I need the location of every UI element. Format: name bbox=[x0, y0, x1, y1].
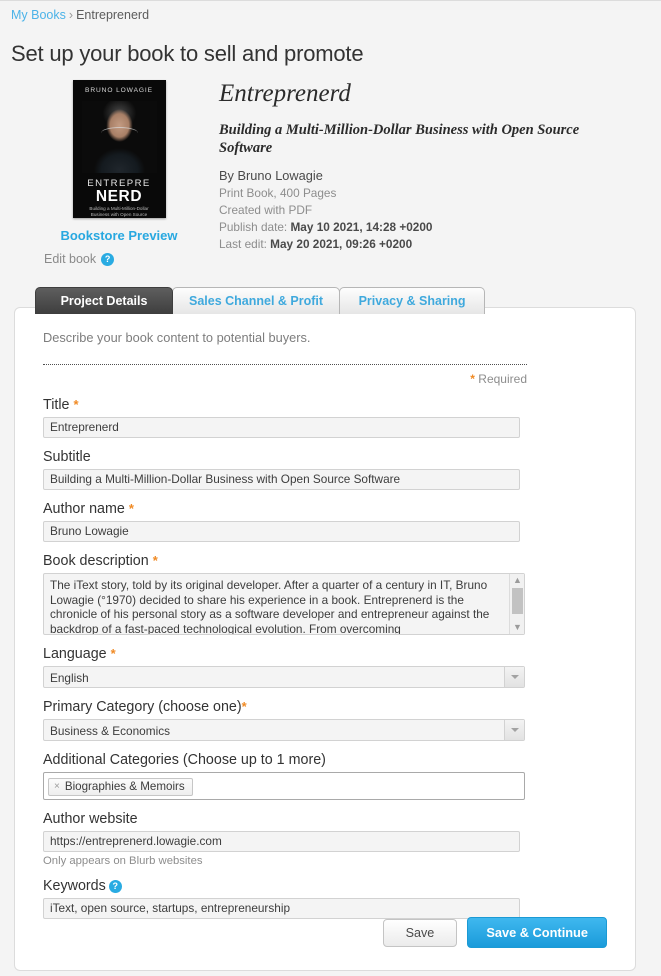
book-description-label: Book description * bbox=[43, 553, 607, 569]
breadcrumb-my-books-link[interactable]: My Books bbox=[11, 8, 66, 22]
field-primary-category: Primary Category (choose one)* Business … bbox=[43, 699, 607, 741]
language-select-wrapper[interactable]: English bbox=[43, 666, 525, 688]
divider bbox=[43, 364, 527, 365]
cover-author-text: BRUNO LOWAGIE bbox=[85, 87, 153, 94]
chevron-down-icon bbox=[510, 728, 519, 732]
project-details-panel: Describe your book content to potential … bbox=[14, 307, 636, 971]
title-required-icon: * bbox=[73, 397, 79, 412]
language-required-icon: * bbox=[110, 646, 116, 661]
author-name-required-icon: * bbox=[128, 501, 134, 516]
language-label: Language * bbox=[43, 646, 607, 662]
primary-category-label-text: Primary Category (choose one) bbox=[43, 699, 242, 715]
field-keywords: Keywords? bbox=[43, 878, 607, 919]
tab-sales-channel-profit[interactable]: Sales Channel & Profit bbox=[172, 287, 341, 314]
page-title: Set up your book to sell and promote bbox=[11, 41, 364, 66]
tab-privacy-sharing[interactable]: Privacy & Sharing bbox=[339, 287, 486, 314]
save-and-continue-button[interactable]: Save & Continue bbox=[467, 917, 607, 948]
required-asterisk-icon: * bbox=[470, 372, 475, 386]
field-author-name: Author name * bbox=[43, 501, 607, 542]
author-name-input[interactable] bbox=[43, 521, 520, 542]
author-website-input[interactable] bbox=[43, 830, 520, 852]
book-meta: Entreprenerd Building a Multi-Million-Do… bbox=[219, 80, 639, 251]
book-cover-image[interactable]: BRUNO LOWAGIE ENTREPRE NERD Building a M… bbox=[72, 80, 166, 218]
edit-book-label: Edit book bbox=[44, 252, 97, 266]
field-book-description: Book description * The iText story, told… bbox=[43, 553, 607, 635]
primary-category-select[interactable]: Business & Economics bbox=[43, 719, 525, 741]
keywords-input[interactable] bbox=[43, 897, 520, 919]
language-select[interactable]: English bbox=[43, 666, 525, 688]
bookstore-preview-link[interactable]: Bookstore Preview bbox=[44, 228, 194, 243]
last-edit-value: May 20 2021, 09:26 +0200 bbox=[270, 236, 413, 251]
author-website-label: Author website bbox=[43, 810, 138, 827]
help-icon[interactable]: ? bbox=[108, 879, 122, 893]
book-publish-date: Publish date: May 10 2021, 14:28 +0200 bbox=[219, 220, 639, 234]
help-icon[interactable]: ? bbox=[101, 252, 115, 266]
tab-bar: Project Details Sales Channel & Profit P… bbox=[35, 287, 486, 314]
book-format: Print Book, 400 Pages bbox=[219, 185, 337, 200]
author-website-hint: Only appears on Blurb websites bbox=[43, 854, 203, 867]
scroll-up-icon[interactable]: ▲ bbox=[510, 574, 525, 587]
field-author-website: Author website Only appears on Blurb web… bbox=[43, 811, 607, 867]
form-actions: Save Save & Continue bbox=[382, 917, 607, 948]
keywords-label: Keywords? bbox=[43, 878, 607, 894]
cover-title-line2: NERD bbox=[95, 188, 143, 205]
primary-category-select-wrapper[interactable]: Business & Economics bbox=[43, 719, 525, 741]
book-author-line: By Bruno Lowagie bbox=[219, 167, 323, 183]
primary-category-dropdown-button[interactable] bbox=[504, 720, 524, 740]
category-tag-label: Biographies & Memoirs bbox=[64, 780, 185, 793]
textarea-scrollbar[interactable]: ▲ ▼ bbox=[509, 574, 524, 634]
publish-date-label: Publish date: bbox=[219, 219, 291, 234]
language-label-text: Language bbox=[43, 646, 107, 662]
book-description-required-icon: * bbox=[152, 553, 158, 568]
field-language: Language * English bbox=[43, 646, 607, 688]
title-input[interactable] bbox=[43, 417, 520, 438]
chevron-down-icon bbox=[510, 675, 519, 679]
describe-text: Describe your book content to potential … bbox=[43, 330, 311, 345]
edit-book-row[interactable]: Edit book ? bbox=[44, 252, 194, 266]
save-button[interactable]: Save bbox=[382, 918, 458, 947]
book-title: Entreprenerd bbox=[219, 80, 351, 107]
primary-category-required-icon: * bbox=[241, 699, 247, 714]
subtitle-label: Subtitle bbox=[43, 449, 91, 465]
additional-categories-label: Additional Categories (Choose up to 1 mo… bbox=[43, 752, 326, 768]
category-tag[interactable]: × Biographies & Memoirs bbox=[48, 777, 193, 796]
scroll-down-icon[interactable]: ▼ bbox=[510, 621, 525, 634]
required-note-label: Required bbox=[478, 372, 527, 386]
cover-subtitle-text: Building a Multi-Million-Dollar Business… bbox=[89, 206, 149, 217]
book-description-textarea[interactable]: The iText story, told by its original de… bbox=[43, 573, 525, 635]
title-label-text: Title bbox=[43, 397, 70, 413]
cover-block: BRUNO LOWAGIE ENTREPRE NERD Building a M… bbox=[44, 80, 194, 266]
field-additional-categories: Additional Categories (Choose up to 1 mo… bbox=[43, 752, 607, 800]
cover-portrait-photo bbox=[81, 101, 157, 173]
breadcrumb-separator: › bbox=[68, 8, 74, 22]
book-description-label-text: Book description bbox=[43, 553, 149, 569]
language-dropdown-button[interactable] bbox=[504, 667, 524, 687]
publish-date-value: May 10 2021, 14:28 +0200 bbox=[290, 219, 433, 234]
title-label: Title * bbox=[43, 397, 607, 413]
subtitle-input[interactable] bbox=[43, 469, 520, 490]
field-title: Title * bbox=[43, 397, 607, 438]
field-subtitle: Subtitle bbox=[43, 449, 607, 490]
breadcrumb-current: Entreprenerd bbox=[76, 8, 150, 22]
remove-tag-icon[interactable]: × bbox=[54, 781, 60, 792]
required-note: * Required bbox=[43, 372, 527, 386]
breadcrumb: My Books › Entreprenerd bbox=[11, 8, 149, 22]
primary-category-label: Primary Category (choose one)* bbox=[43, 699, 607, 715]
last-edit-label: Last edit: bbox=[219, 236, 271, 251]
book-subtitle: Building a Multi-Million-Dollar Business… bbox=[219, 121, 580, 156]
top-border bbox=[0, 0, 661, 1]
tab-project-details[interactable]: Project Details bbox=[35, 287, 173, 314]
book-description-wrapper: The iText story, told by its original de… bbox=[43, 573, 525, 635]
author-name-label-text: Author name bbox=[43, 501, 125, 517]
keywords-label-text: Keywords bbox=[43, 877, 106, 894]
scrollbar-thumb[interactable] bbox=[512, 588, 523, 614]
additional-categories-tagbox[interactable]: × Biographies & Memoirs bbox=[43, 772, 525, 800]
author-name-label: Author name * bbox=[43, 501, 607, 517]
book-last-edit: Last edit: May 20 2021, 09:26 +0200 bbox=[219, 237, 639, 251]
book-created-with: Created with PDF bbox=[219, 202, 313, 217]
